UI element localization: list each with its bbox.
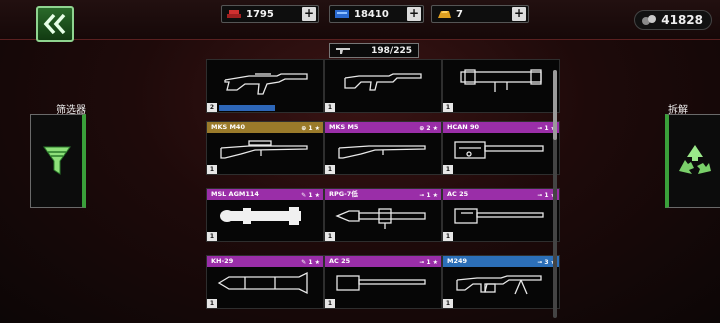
weapon-name: MSL AGM114 [211,190,259,198]
rocket-launcher-icon [460,69,542,92]
weapon-card[interactable]: 1 [442,59,560,113]
filter-button[interactable] [30,114,86,208]
tank-cannon-icon [454,141,544,159]
quantity-badge: 1 [443,103,453,112]
resource-armor-plates: 1795 + [221,5,319,23]
autocannon-icon [336,275,426,291]
coin-balance: 41828 [634,10,712,30]
weapon-name-header: HCAN 90 ⊸ 1 ★ [443,122,559,133]
weapon-card-rpg-7[interactable]: RPG-7低 ⊸ 1 ★ 1 [324,188,442,242]
quantity-badge: 1 [443,299,453,308]
upgrade-progress-bar [219,105,275,111]
add-blue-crystals-button[interactable]: + [407,7,421,21]
weapon-tags: ⊕ 1 ★ [301,125,320,132]
inventory-counter: 198/225 [329,43,419,58]
blue-crystal-icon [335,10,349,18]
weapon-card[interactable]: 2 [206,59,324,113]
weapon-name-header: M249 ⊸ 3 ★ [443,256,559,267]
quantity-badge: 1 [325,232,335,241]
weapon-tags: ⊕ 2 ★ [419,125,438,132]
rpg-launcher-icon [335,208,426,229]
assault-rifle-icon [224,73,308,95]
weapon-card-mks-m5[interactable]: MKS M5 ⊕ 2 ★ 1 [324,121,442,175]
weapon-card-ac-25[interactable]: AC 25 ⊸ 1 ★ 1 [442,188,560,242]
guided-missile-icon [217,271,308,295]
weapon-card[interactable]: 1 [324,59,442,113]
dismantle-button[interactable] [665,114,720,208]
add-armor-plates-button[interactable]: + [302,7,316,21]
weapon-name-header: RPG-7低 ⊸ 1 ★ [325,189,441,200]
weapon-card-ac-25-b[interactable]: AC 25 ⊸ 1 ★ 1 [324,255,442,309]
rifle-icon [338,145,426,159]
scrollbar-thumb[interactable] [553,70,557,140]
weapon-name: KH-29 [211,257,234,265]
quantity-badge: 1 [443,165,453,174]
recycle-icon [678,145,711,174]
weapon-tags: ⊸ 1 ★ [419,259,438,266]
weapon-card-msl-agm114[interactable]: MSL AGM114 ✎ 1 ★ 1 [206,188,324,242]
back-button[interactable] [36,6,74,42]
weapon-card-hcan-90[interactable]: HCAN 90 ⊸ 1 ★ 1 [442,121,560,175]
weapon-tags: ⊸ 1 ★ [419,192,438,199]
coin-stack-icon [642,15,656,25]
quantity-badge: 1 [325,165,335,174]
weapon-name: MKS M5 [329,123,359,131]
weapon-name: AC 25 [447,190,469,198]
quantity-badge: 1 [207,299,217,308]
weapon-name-header: MKS M40 ⊕ 1 ★ [207,122,323,133]
quantity-badge: 1 [207,165,217,174]
weapon-tags: ✎ 1 ★ [301,259,320,266]
weapon-name: M249 [447,257,468,265]
gun-icon [336,48,350,54]
weapon-tags: ✎ 1 ★ [301,192,320,199]
quantity-badge: 1 [325,299,335,308]
gold-bar-icon [438,11,451,18]
missile-icon [220,207,301,225]
weapon-name: RPG-7低 [329,190,358,198]
rifle-icon [344,73,422,91]
weapon-card-mks-m40[interactable]: MKS M40 ⊕ 1 ★ 1 [206,121,324,175]
weapon-name-header: MSL AGM114 ✎ 1 ★ [207,189,323,200]
weapon-card-m249[interactable]: M249 ⊸ 3 ★ 1 [442,255,560,309]
weapon-name-header: AC 25 ⊸ 1 ★ [325,256,441,267]
add-gold-bars-button[interactable]: + [512,7,526,21]
quantity-badge: 2 [207,103,217,112]
red-plates-icon [227,10,241,18]
double-chevron-left-icon [43,13,66,35]
autocannon-icon [454,208,544,224]
resource-blue-crystals: 18410 + [329,5,424,23]
quantity-badge: 1 [325,103,335,112]
weapon-name: MKS M40 [211,123,245,131]
weapon-card-kh-29[interactable]: KH-29 ✎ 1 ★ 1 [206,255,324,309]
weapon-inventory-grid: 2 1 1 MKS M40 ⊕ 1 ★ 1 MKS M5 ⊕ 2 ★ 1 HCA… [160,59,565,323]
inventory-scrollbar[interactable] [553,70,557,318]
coin-value: 41828 [661,13,703,27]
quantity-badge: 1 [443,232,453,241]
resource-gold-bars: 7 + [431,5,529,23]
weapon-name-header: KH-29 ✎ 1 ★ [207,256,323,267]
quantity-badge: 1 [207,232,217,241]
machine-gun-icon [456,275,542,295]
sniper-rifle-icon [220,140,308,159]
weapon-name-header: MKS M5 ⊕ 2 ★ [325,122,441,133]
funnel-icon [42,146,71,175]
weapon-name-header: AC 25 ⊸ 1 ★ [443,189,559,200]
inventory-count: 198/225 [371,45,412,56]
weapon-name: AC 25 [329,257,351,265]
weapon-name: HCAN 90 [447,123,479,131]
